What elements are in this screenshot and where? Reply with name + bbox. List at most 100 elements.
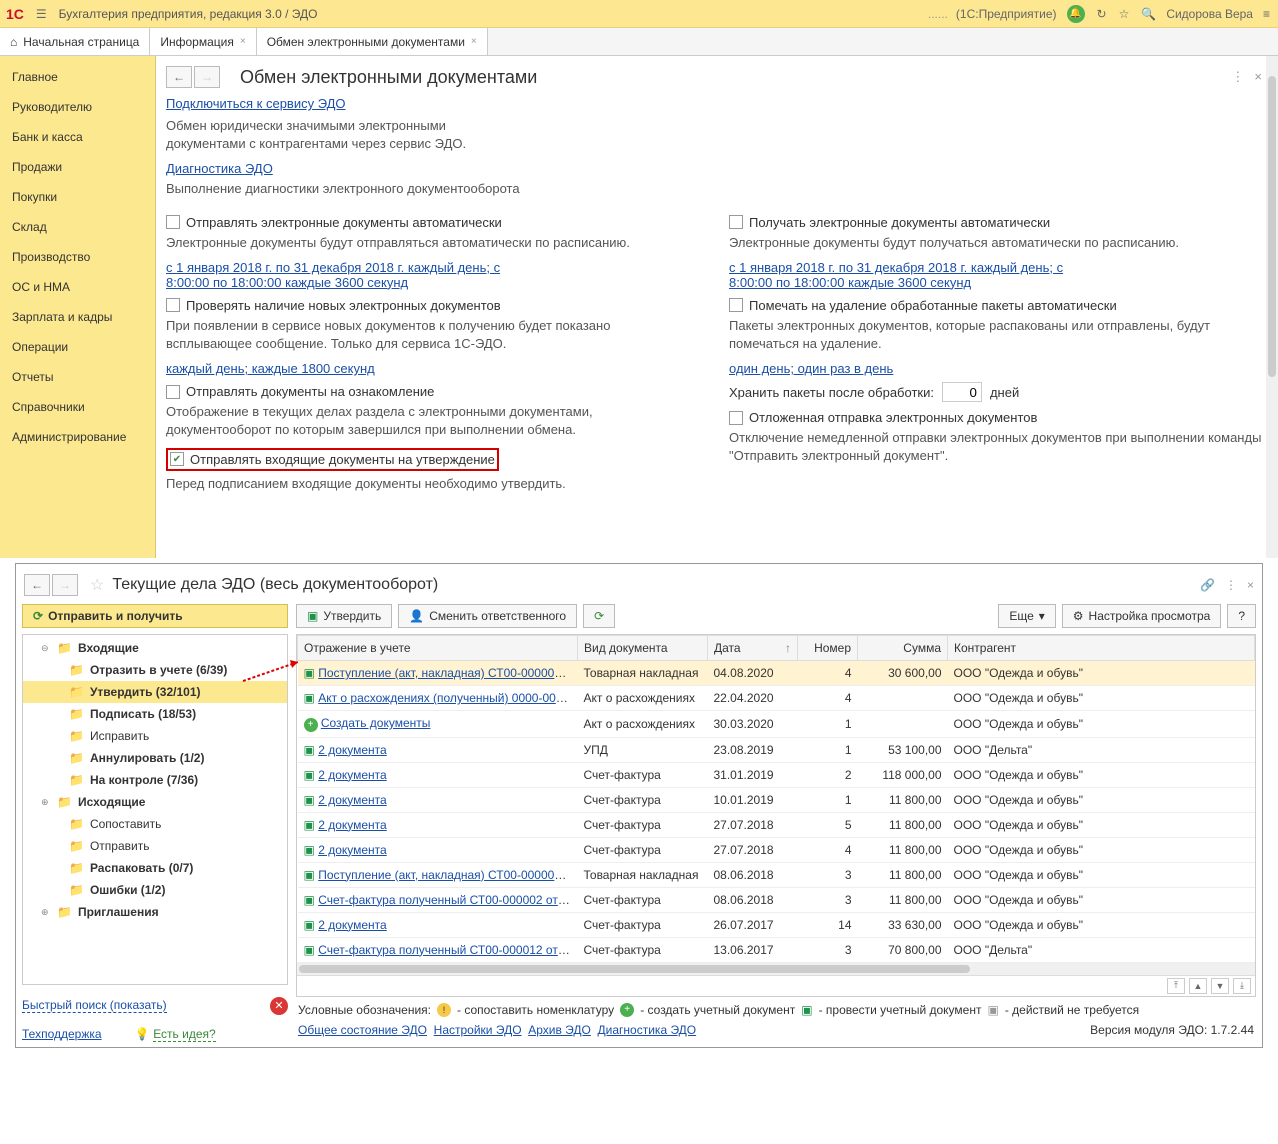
sidebar-item[interactable]: Продажи bbox=[0, 152, 155, 182]
tab-1[interactable]: Информация× bbox=[150, 28, 256, 55]
sidebar-item[interactable]: Справочники bbox=[0, 392, 155, 422]
panel2-more-icon[interactable]: ⋮ bbox=[1225, 578, 1237, 592]
sidebar-item[interactable]: ОС и НМА bbox=[0, 272, 155, 302]
doc-link[interactable]: 2 документа bbox=[318, 743, 387, 757]
btn-help[interactable]: ? bbox=[1227, 604, 1256, 628]
close-icon[interactable]: × bbox=[1254, 69, 1262, 85]
btn-change-responsible[interactable]: 👤Сменить ответственного bbox=[398, 604, 577, 628]
doc-link[interactable]: 2 документа bbox=[318, 818, 387, 832]
tree-node[interactable]: 📁Аннулировать (1/2) bbox=[23, 747, 287, 769]
input-keep-packets[interactable] bbox=[942, 382, 982, 402]
link-every-1800[interactable]: каждый день; каждые 1800 секунд bbox=[166, 361, 375, 376]
tree-node[interactable]: ⊖📁Входящие bbox=[23, 637, 287, 659]
btn-refresh[interactable]: ⟳ bbox=[583, 604, 615, 628]
menu-lines-icon[interactable]: ≡ bbox=[1261, 5, 1272, 23]
sidebar-item[interactable]: Покупки bbox=[0, 182, 155, 212]
doc-link[interactable]: 2 документа bbox=[318, 918, 387, 932]
tree-node[interactable]: 📁На контроле (7/36) bbox=[23, 769, 287, 791]
toggle-icon[interactable]: ⊕ bbox=[41, 907, 51, 918]
table-row[interactable]: ▣ Счет-фактура полученный СТ00-000002 от… bbox=[298, 887, 1255, 912]
nav-forward-button[interactable]: → bbox=[194, 66, 220, 88]
tree-node[interactable]: ⊕📁Приглашения bbox=[23, 901, 287, 923]
link-quick-search[interactable]: Быстрый поиск (показать) bbox=[22, 998, 167, 1013]
doc-link[interactable]: Счет-фактура полученный СТ00-000002 от 2… bbox=[318, 893, 577, 907]
goto-first-icon[interactable]: ⤒ bbox=[1167, 978, 1185, 994]
table-row[interactable]: ▣ Счет-фактура полученный СТ00-000012 от… bbox=[298, 937, 1255, 962]
th-counteragent[interactable]: Контрагент bbox=[948, 636, 1255, 661]
goto-last-icon[interactable]: ⤓ bbox=[1233, 978, 1251, 994]
chk-incoming-approve[interactable] bbox=[170, 452, 184, 466]
chk-mark-delete[interactable] bbox=[729, 298, 743, 312]
btn-send-receive[interactable]: ⟳ Отправить и получить bbox=[22, 604, 288, 628]
tab-close-icon[interactable]: × bbox=[471, 36, 477, 47]
star-icon[interactable]: ☆ bbox=[1117, 5, 1132, 23]
link-one-day[interactable]: один день; один раз в день bbox=[729, 361, 893, 376]
btn-more[interactable]: Еще ▾ bbox=[998, 604, 1055, 628]
error-indicator-icon[interactable]: ✕ bbox=[270, 997, 288, 1015]
hamburger-icon[interactable]: ☰ bbox=[34, 5, 49, 23]
sidebar-item[interactable]: Операции bbox=[0, 332, 155, 362]
sidebar-item[interactable]: Отчеты bbox=[0, 362, 155, 392]
goto-down-icon[interactable]: ▼ bbox=[1211, 978, 1229, 994]
table-row[interactable]: ▣ Поступление (акт, накладная) СТ00-0000… bbox=[298, 661, 1255, 686]
tree-node[interactable]: ⊕📁Исходящие bbox=[23, 791, 287, 813]
doc-link[interactable]: Счет-фактура полученный СТ00-000012 от 1… bbox=[318, 943, 577, 957]
link-idea[interactable]: Есть идея? bbox=[153, 1027, 216, 1042]
tree-node[interactable]: 📁Подписать (18/53) bbox=[23, 703, 287, 725]
table-row[interactable]: ▣ 2 документаСчет-фактура27.07.2018511 8… bbox=[298, 812, 1255, 837]
tree-node[interactable]: 📁Сопоставить bbox=[23, 813, 287, 835]
sidebar-item[interactable]: Администрирование bbox=[0, 422, 155, 452]
link-diagnostics[interactable]: Диагностика ЭДО bbox=[166, 161, 273, 176]
panel2-nav-forward[interactable]: → bbox=[52, 574, 78, 596]
link-schedule-send[interactable]: с 1 января 2018 г. по 31 декабря 2018 г.… bbox=[166, 260, 546, 290]
th-number[interactable]: Номер bbox=[798, 636, 858, 661]
toggle-icon[interactable]: ⊕ bbox=[41, 797, 51, 808]
doc-link[interactable]: Поступление (акт, накладная) СТ00-000003… bbox=[318, 868, 574, 882]
tree-node[interactable]: 📁Отразить в учете (6/39) bbox=[23, 659, 287, 681]
doc-link[interactable]: 2 документа bbox=[318, 768, 387, 782]
link-edo-settings[interactable]: Настройки ЭДО bbox=[434, 1023, 522, 1037]
goto-up-icon[interactable]: ▲ bbox=[1189, 978, 1207, 994]
link-connect-edo[interactable]: Подключиться к сервису ЭДО bbox=[166, 96, 346, 111]
toggle-icon[interactable]: ⊖ bbox=[41, 643, 51, 654]
sidebar-item[interactable]: Банк и касса bbox=[0, 122, 155, 152]
tab-close-icon[interactable]: × bbox=[240, 36, 246, 47]
chk-recv-auto[interactable] bbox=[729, 215, 743, 229]
chk-send-review[interactable] bbox=[166, 385, 180, 399]
tree-node[interactable]: 📁Распаковать (0/7) bbox=[23, 857, 287, 879]
th-doctype[interactable]: Вид документа bbox=[578, 636, 708, 661]
btn-approve[interactable]: ▣Утвердить bbox=[296, 604, 392, 628]
tree-node[interactable]: 📁Исправить bbox=[23, 725, 287, 747]
doc-link[interactable]: 2 документа bbox=[318, 793, 387, 807]
doc-link[interactable]: 2 документа bbox=[318, 843, 387, 857]
chk-deferred[interactable] bbox=[729, 411, 743, 425]
bell-icon[interactable]: 🔔 bbox=[1065, 3, 1087, 25]
tree-node[interactable]: 📁Отправить bbox=[23, 835, 287, 857]
sidebar-item[interactable]: Производство bbox=[0, 242, 155, 272]
table-row[interactable]: ▣ 2 документаСчет-фактура26.07.20171433 … bbox=[298, 912, 1255, 937]
tab-0[interactable]: ⌂Начальная страница bbox=[0, 28, 150, 55]
link-schedule-recv[interactable]: с 1 января 2018 г. по 31 декабря 2018 г.… bbox=[729, 260, 1109, 290]
chk-check-new[interactable] bbox=[166, 298, 180, 312]
more-icon[interactable]: ⋮ bbox=[1231, 69, 1244, 85]
table-row[interactable]: + Создать документыАкт о расхождениях30.… bbox=[298, 711, 1255, 738]
table-row[interactable]: ▣ 2 документаСчет-фактура27.07.2018411 8… bbox=[298, 837, 1255, 862]
th-date[interactable]: Дата ↑ bbox=[708, 636, 798, 661]
table-row[interactable]: ▣ Поступление (акт, накладная) СТ00-0000… bbox=[298, 862, 1255, 887]
doc-link[interactable]: Создать документы bbox=[321, 716, 431, 730]
table-row[interactable]: ▣ Акт о расхождениях (полученный) 0000-0… bbox=[298, 686, 1255, 711]
sidebar-item[interactable]: Руководителю bbox=[0, 92, 155, 122]
favorite-star-icon[interactable]: ☆ bbox=[90, 575, 104, 595]
nav-back-button[interactable]: ← bbox=[166, 66, 192, 88]
sidebar-item[interactable]: Зарплата и кадры bbox=[0, 302, 155, 332]
panel2-close-icon[interactable]: × bbox=[1247, 578, 1254, 592]
tree-node[interactable]: 📁Утвердить (32/101) bbox=[23, 681, 287, 703]
link-edo-diag[interactable]: Диагностика ЭДО bbox=[598, 1023, 697, 1037]
search-icon[interactable]: 🔍 bbox=[1139, 5, 1158, 23]
panel2-nav-back[interactable]: ← bbox=[24, 574, 50, 596]
sidebar-item[interactable]: Главное bbox=[0, 62, 155, 92]
btn-view-setup[interactable]: ⚙Настройка просмотра bbox=[1062, 604, 1222, 628]
th-sum[interactable]: Сумма bbox=[858, 636, 948, 661]
link-icon[interactable]: 🔗 bbox=[1200, 578, 1215, 592]
link-edo-status[interactable]: Общее состояние ЭДО bbox=[298, 1023, 427, 1037]
